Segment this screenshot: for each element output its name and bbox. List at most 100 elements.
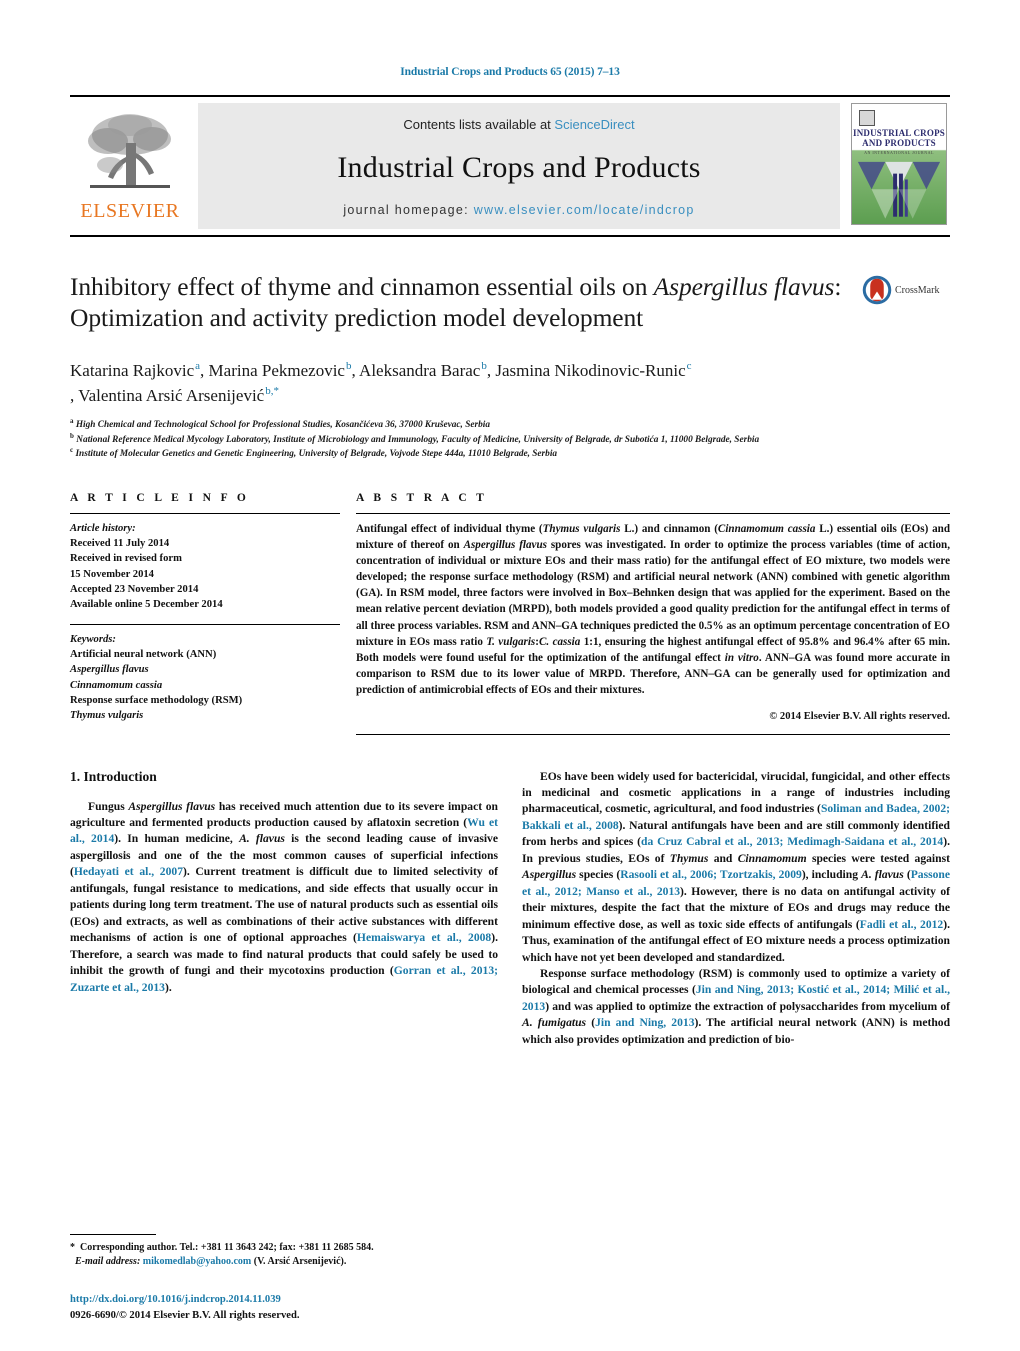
title-area: Inhibitory effect of thyme and cinnamon … xyxy=(70,271,950,341)
contents-prefix: Contents lists available at xyxy=(403,117,555,132)
journal-homepage-line: journal homepage: www.elsevier.com/locat… xyxy=(343,203,694,217)
citation-link[interactable]: Jin and Ning, 2013; Kostić et al., 2014;… xyxy=(522,983,950,1012)
keyword-item: Cinnamomum cassia xyxy=(70,679,163,691)
contents-available-line: Contents lists available at ScienceDirec… xyxy=(403,117,634,132)
keywords-block: Keywords: Artificial neural network (ANN… xyxy=(70,632,340,724)
elsevier-tree-icon xyxy=(88,114,171,188)
journal-cover-thumbnail: INDUSTRIAL CROPS AND PRODUCTS AN INTERNA… xyxy=(851,103,947,225)
author-list: Katarina Rajkovica, Marina Pekmezovicb, … xyxy=(70,360,692,405)
author-affiliation-marker[interactable]: b xyxy=(345,360,352,372)
affiliation-list: a High Chemical and Technological School… xyxy=(70,418,900,461)
author-item: Katarina Rajkovica xyxy=(70,361,200,380)
author-item: Jasmina Nikodinovic-Runicc xyxy=(495,361,691,380)
keyword-item: Response surface methodology (RSM) xyxy=(70,695,243,707)
cover-subtitle: AN INTERNATIONAL JOURNAL xyxy=(864,150,934,155)
cover-title: INDUSTRIAL CROPS AND PRODUCTS xyxy=(852,128,946,149)
affiliation-text: High Chemical and Technological School f… xyxy=(75,420,490,431)
divider xyxy=(70,512,340,514)
citation-link[interactable]: Rasooli et al., 2006; Tzortzakis, 2009 xyxy=(620,868,802,881)
citation-link[interactable]: da Cruz Cabral et al., 2013; Medimagh-Sa… xyxy=(641,835,943,848)
section-heading-introduction: 1. Introduction xyxy=(70,768,157,784)
column-gap xyxy=(340,492,356,735)
body-columns: 1. Introduction Fungus Aspergillus flavu… xyxy=(70,769,950,1049)
author-name: Aleksandra Barac xyxy=(359,361,481,380)
footnote-marker: * xyxy=(70,1241,75,1253)
abstract-column: A B S T R A C T Antifungal effect of ind… xyxy=(356,492,950,735)
cover-title-line1: INDUSTRIAL CROPS xyxy=(853,128,945,138)
author-item: Aleksandra Baracb xyxy=(359,361,487,380)
affiliation-text: National Reference Medical Mycology Labo… xyxy=(76,434,760,445)
author-name: Katarina Rajkovic xyxy=(70,361,195,380)
author-affiliation-marker[interactable]: b xyxy=(480,360,487,372)
author-affiliation-marker[interactable]: a xyxy=(194,360,200,372)
elsevier-wordmark: ELSEVIER xyxy=(80,200,180,222)
article-info-heading: A R T I C L E I N F O xyxy=(70,491,250,504)
affiliation-text: Institute of Molecular Genetics and Gene… xyxy=(75,449,558,460)
history-item: Received 11 July 2014 xyxy=(70,537,170,549)
journal-cover-block: INDUSTRIAL CROPS AND PRODUCTS AN INTERNA… xyxy=(848,103,950,229)
cover-title-line2: AND PRODUCTS xyxy=(862,138,936,149)
cover-artwork-icon xyxy=(857,161,941,219)
keyword-item: Aspergillus flavus xyxy=(70,664,149,676)
paragraph: Fungus Aspergillus flavus has received m… xyxy=(70,799,498,994)
affiliation-marker: b xyxy=(70,431,74,440)
corresponding-author-note: * Corresponding author. Tel.: +381 11 36… xyxy=(70,1241,501,1269)
title-part1: Inhibitory effect of thyme and cinnamon … xyxy=(70,272,654,301)
homepage-prefix: journal homepage: xyxy=(343,203,474,217)
journal-homepage-link[interactable]: www.elsevier.com/locate/indcrop xyxy=(474,203,695,217)
affiliation-item: a High Chemical and Technological School… xyxy=(70,418,900,432)
article-history-block: Article history: Received 11 July 2014 R… xyxy=(70,521,340,613)
crossmark-badge-icon xyxy=(862,275,892,305)
author-name: Marina Pekmezovic xyxy=(208,361,345,380)
doi-area: http://dx.doi.org/10.1016/j.indcrop.2014… xyxy=(70,1292,570,1323)
divider xyxy=(356,733,950,735)
issn-copyright-line: 0926-6690/© 2014 Elsevier B.V. All right… xyxy=(70,1309,300,1321)
author-affiliation-marker[interactable]: b,* xyxy=(264,385,279,397)
body-column-left: 1. Introduction Fungus Aspergillus flavu… xyxy=(70,769,498,1049)
citation-link[interactable]: Hemaiswarya et al., 2008 xyxy=(357,931,491,944)
info-abstract-region: A R T I C L E I N F O Article history: R… xyxy=(70,492,950,735)
keyword-item: Thymus vulgaris xyxy=(70,710,144,722)
body-column-right: EOs have been widely used for bactericid… xyxy=(522,769,950,1049)
journal-masthead: ELSEVIER Contents lists available at Sci… xyxy=(70,95,950,237)
title-italic2: flavus xyxy=(774,272,835,301)
paragraph: Response surface methodology (RSM) is co… xyxy=(522,967,951,1046)
abstract-heading: A B S T R A C T xyxy=(356,491,488,504)
keywords-label: Keywords: xyxy=(70,633,116,645)
running-head: Industrial Crops and Products 65 (2015) … xyxy=(400,66,620,78)
author-item: Valentina Arsić Arsenijevićb,* xyxy=(78,385,279,405)
affiliation-item: c Institute of Molecular Genetics and Ge… xyxy=(70,447,900,461)
citation-link[interactable]: Fadli et al., 2012 xyxy=(860,918,943,931)
abstract-text: Antifungal effect of individual thyme (T… xyxy=(356,522,951,697)
article-info-column: A R T I C L E I N F O Article history: R… xyxy=(70,492,340,735)
abstract-copyright: © 2014 Elsevier B.V. All rights reserved… xyxy=(769,710,950,722)
sciencedirect-link[interactable]: ScienceDirect xyxy=(554,117,634,132)
author-affiliation-marker[interactable]: c xyxy=(686,360,692,372)
author-name: Jasmina Nikodinovic-Runic xyxy=(495,361,686,380)
masthead-center: Contents lists available at ScienceDirec… xyxy=(198,103,840,229)
article-page: Industrial Crops and Products 65 (2015) … xyxy=(0,0,1020,1351)
author-item: Marina Pekmezovicb xyxy=(209,361,352,380)
elsevier-logo-block: ELSEVIER xyxy=(70,103,190,229)
affiliation-marker: a xyxy=(70,417,74,426)
history-item: Received in revised form xyxy=(70,553,182,565)
affiliation-marker: c xyxy=(70,446,74,454)
citation-link[interactable]: Hedayati et al., 2007 xyxy=(74,865,183,878)
citation-link[interactable]: Jin and Ning, 2013 xyxy=(595,1016,694,1029)
email-link[interactable]: mikomedlab@yahoo.com xyxy=(143,1256,251,1267)
citation-link[interactable]: Gorran et al., 2013; Zuzarte et al., 201… xyxy=(70,964,498,993)
divider xyxy=(356,512,950,514)
journal-title: Industrial Crops and Products xyxy=(337,150,701,184)
citation-link[interactable]: Soliman and Badea, 2002; Bakkali et al.,… xyxy=(522,802,950,831)
crossmark-badge[interactable]: CrossMark xyxy=(862,275,950,305)
divider xyxy=(70,623,340,625)
keyword-item: Artificial neural network (ANN) xyxy=(70,649,217,661)
footnote-divider xyxy=(70,1233,156,1235)
email-label: E-mail address: xyxy=(75,1255,141,1267)
doi-link[interactable]: http://dx.doi.org/10.1016/j.indcrop.2014… xyxy=(70,1292,570,1307)
history-item: Available online 5 December 2014 xyxy=(70,599,223,611)
paragraph: EOs have been widely used for bactericid… xyxy=(522,769,950,964)
history-item: Accepted 23 November 2014 xyxy=(70,583,199,595)
crossmark-label: CrossMark xyxy=(895,284,940,296)
author-name: Valentina Arsić Arsenijević xyxy=(78,385,265,405)
